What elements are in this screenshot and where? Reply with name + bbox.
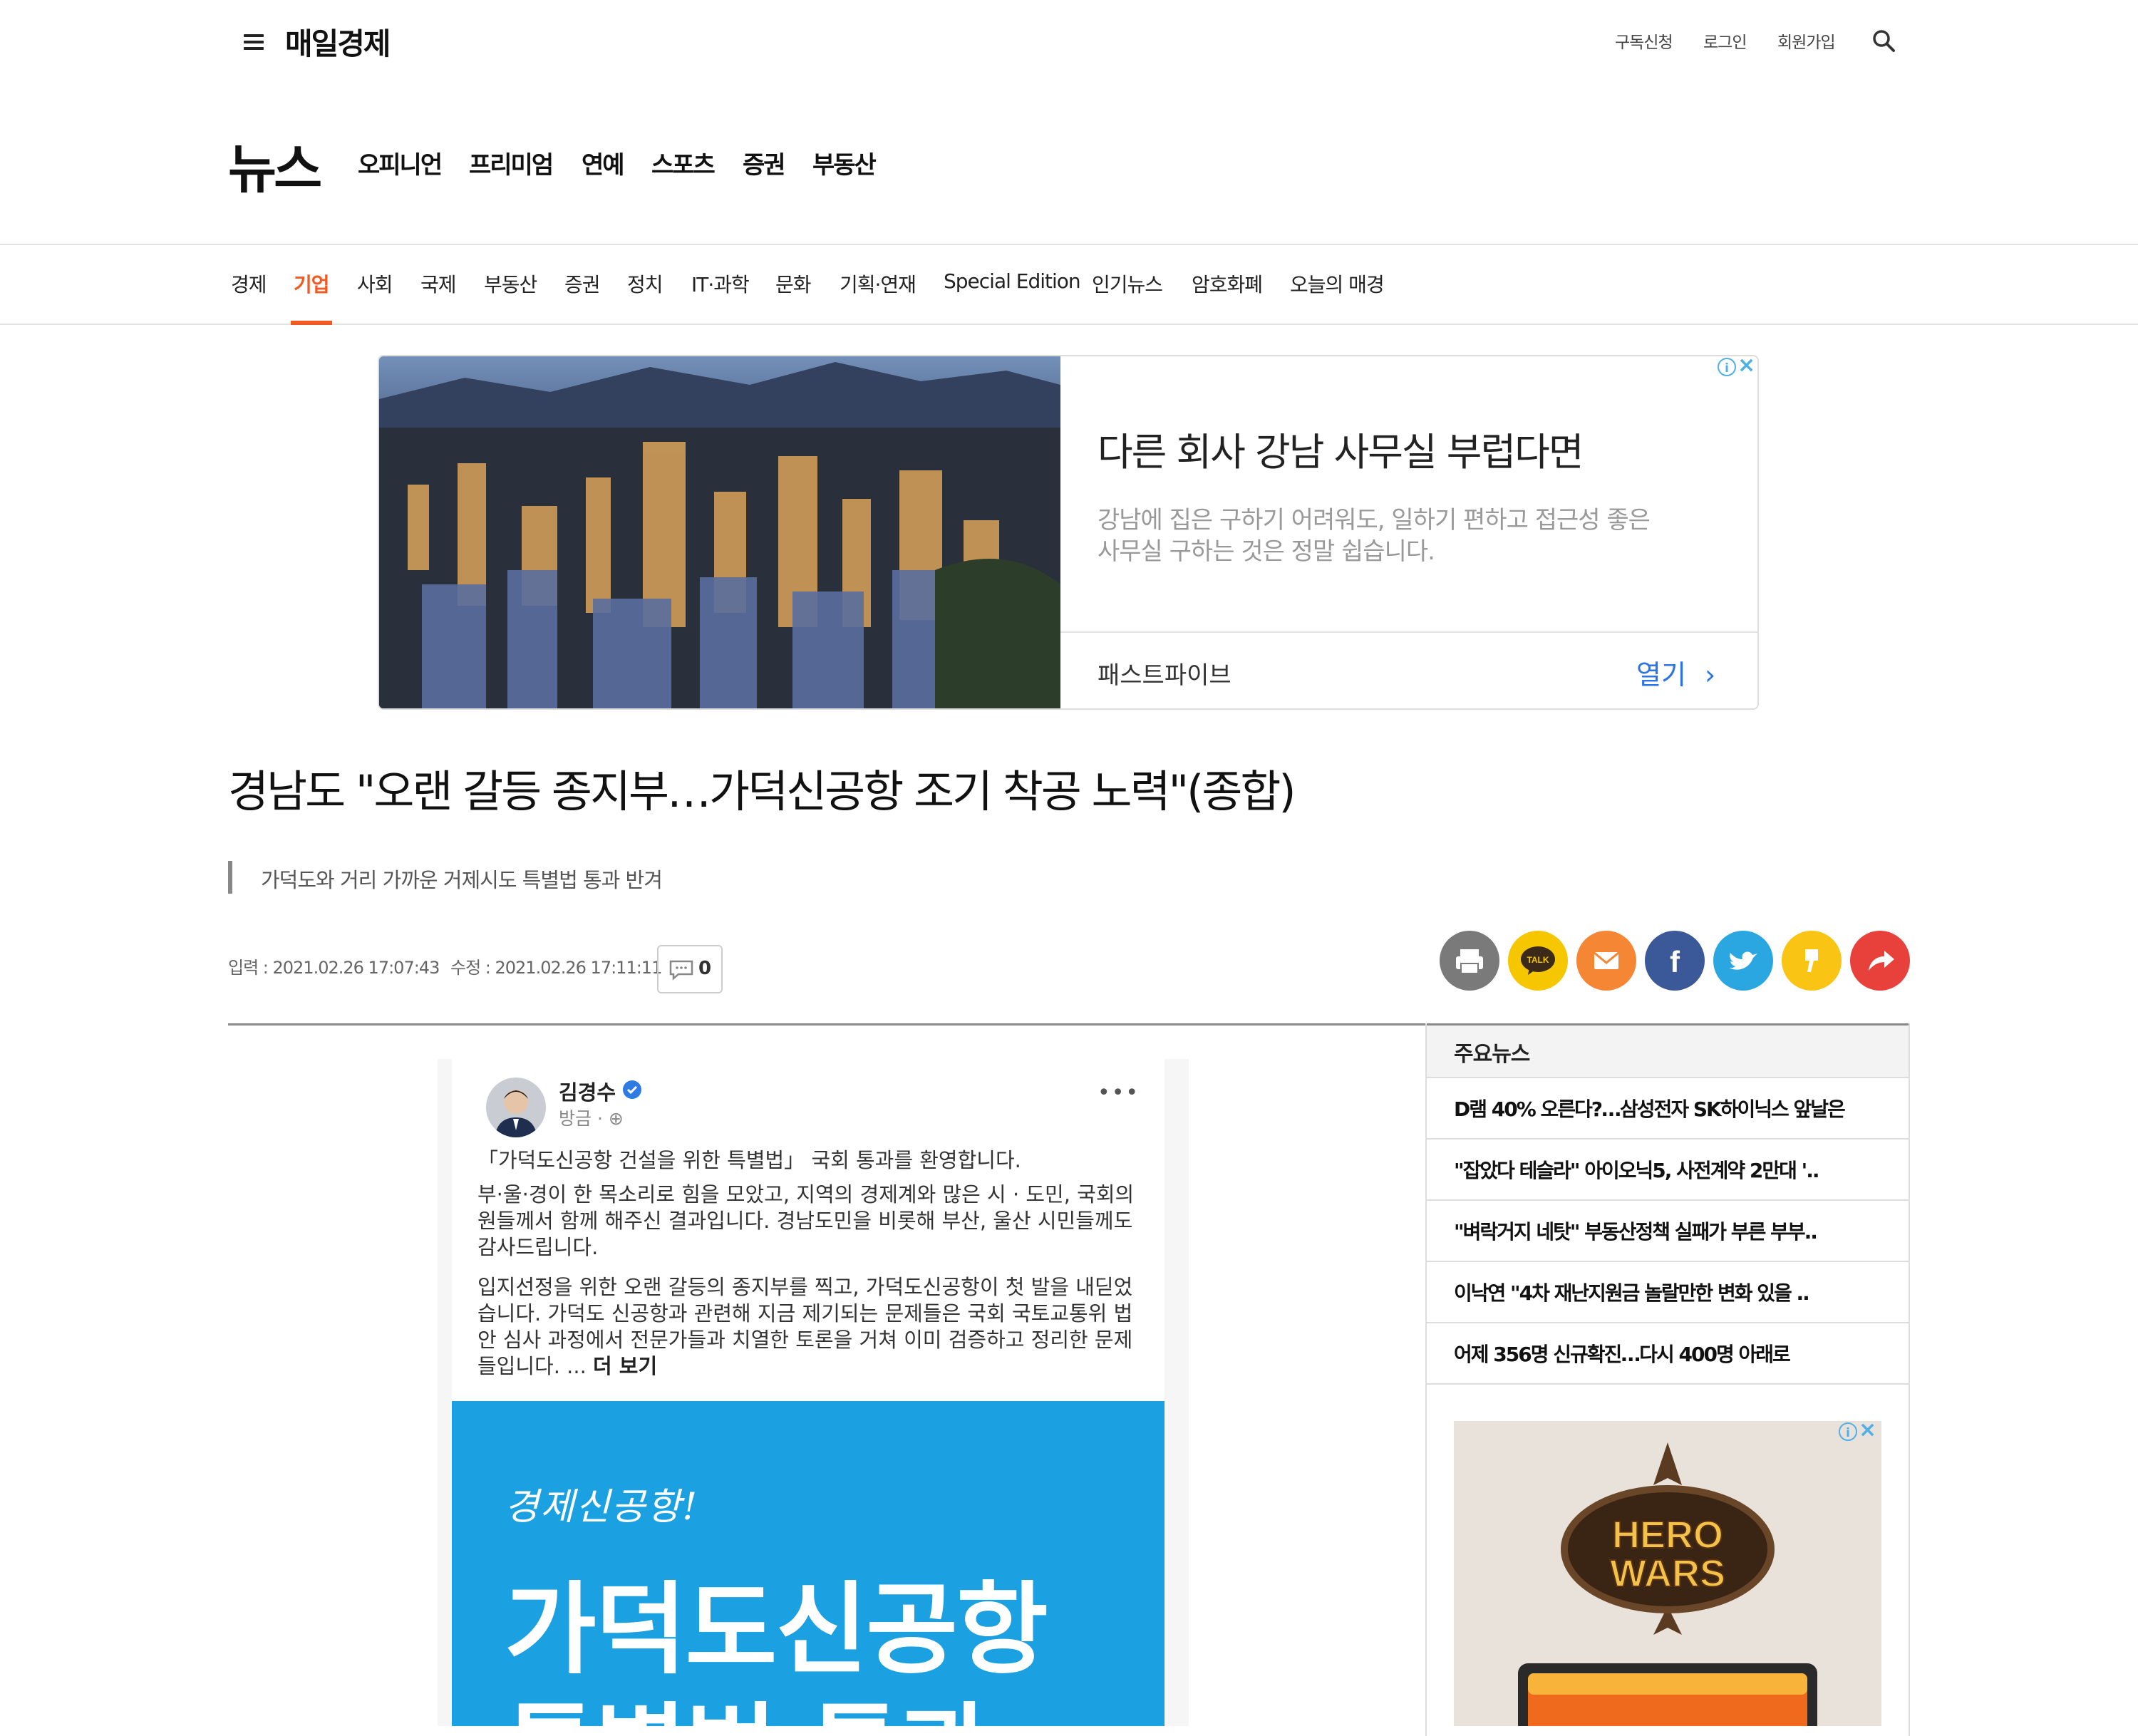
category-business[interactable]: 기업 xyxy=(294,269,330,298)
modified-time: 수정 : 2021.02.26 17:11:11 xyxy=(450,958,662,978)
subscribe-link[interactable]: 구독신청 xyxy=(1615,29,1673,53)
category-realestate[interactable]: 부동산 xyxy=(484,269,537,298)
ad-city-image xyxy=(379,356,1060,708)
svg-text:f: f xyxy=(1670,945,1680,978)
more-options-icon: ••• xyxy=(1098,1080,1140,1105)
comment-icon xyxy=(669,960,693,981)
category-economy[interactable]: 경제 xyxy=(231,269,267,298)
svg-text:HERO: HERO xyxy=(1612,1514,1723,1556)
signup-link[interactable]: 회원가입 xyxy=(1777,29,1836,53)
nav-entertainment[interactable]: 연예 xyxy=(582,145,625,180)
input-time: 입력 : 2021.02.26 17:07:43 xyxy=(228,958,440,978)
sidebar-ad[interactable]: HERO WARS i × xyxy=(1454,1421,1881,1726)
category-it-science[interactable]: IT·과학 xyxy=(691,269,750,298)
nav-sports[interactable]: 스포츠 xyxy=(651,145,716,180)
svg-text:TALK: TALK xyxy=(1527,955,1549,965)
facebook-icon: f xyxy=(1670,945,1680,978)
kakaotalk-share-button[interactable]: TALK xyxy=(1508,931,1568,991)
site-logo[interactable]: 매일경제 xyxy=(285,20,391,63)
article-image: 김경수 방금 · ⊕ ••• 「가덕도신공항 건설을 위한 특별법」 국회 통과… xyxy=(438,1059,1189,1726)
article-headline: 경남도 "오랜 갈등 종지부…가덕신공항 조기 착공 노력"(종합) xyxy=(228,765,1296,817)
category-features[interactable]: 기획·연재 xyxy=(840,269,916,298)
info-icon[interactable]: i xyxy=(1718,358,1736,376)
category-crypto[interactable]: 암호화폐 xyxy=(1192,269,1263,298)
nav-opinion[interactable]: 오피니언 xyxy=(358,145,443,180)
subheadline-bar xyxy=(228,861,232,894)
top-news-item-label: "잡았다 테슬라" 아이오닉5, 사전계약 2만대 '.. xyxy=(1454,1159,1820,1182)
top-news-item[interactable]: "잡았다 테슬라" 아이오닉5, 사전계약 2만대 '.. xyxy=(1425,1140,1910,1201)
kakaotalk-icon: TALK xyxy=(1521,946,1555,975)
post-author: 김경수 xyxy=(559,1080,616,1105)
close-icon[interactable]: × xyxy=(1737,356,1755,376)
hero-wars-ad-image: HERO WARS xyxy=(1454,1421,1881,1726)
banner-title-line-2: 특별법 통과 xyxy=(505,1670,991,1726)
ad-description: 강남에 집은 구하기 어려워도, 일하기 편하고 접근성 좋은 사무실 구하는 … xyxy=(1098,506,1651,566)
print-button[interactable] xyxy=(1440,931,1499,991)
avatar xyxy=(486,1078,546,1137)
post-time: 방금 · ⊕ xyxy=(559,1105,624,1130)
category-society[interactable]: 사회 xyxy=(357,269,393,298)
verified-badge-icon xyxy=(623,1080,641,1099)
print-icon xyxy=(1456,949,1483,974)
top-news-item[interactable]: D램 40% 오른다?…삼성전자 SK하이닉스 앞날은 xyxy=(1425,1078,1910,1140)
category-politics[interactable]: 정치 xyxy=(627,269,663,298)
ad-divider xyxy=(1060,631,1757,633)
banner-script-text: 경제신공항! xyxy=(505,1486,699,1529)
email-icon xyxy=(1594,951,1619,969)
post-paragraph-2: 부·울·경이 한 목소리로 힘을 모았고, 지역의 경제계와 많은 시 · 도민… xyxy=(477,1182,1135,1259)
post-time-label: 방금 · xyxy=(559,1108,603,1129)
category-stocks[interactable]: 증권 xyxy=(564,269,601,298)
menu-icon[interactable] xyxy=(244,34,264,50)
top-news-item[interactable]: 이낙연 "4차 재난지원금 놀랄만한 변화 있을 .. xyxy=(1425,1262,1910,1323)
svg-text:WARS: WARS xyxy=(1610,1552,1725,1595)
top-news-item-label: 이낙연 "4차 재난지원금 놀랄만한 변화 있을 .. xyxy=(1454,1281,1810,1305)
category-culture[interactable]: 문화 xyxy=(775,269,812,298)
share-button[interactable] xyxy=(1850,931,1910,991)
see-more-link: 더 보기 xyxy=(593,1354,658,1378)
category-special-edition[interactable]: Special Edition xyxy=(944,269,1081,293)
nav-premium[interactable]: 프리미엄 xyxy=(469,145,554,180)
category-international[interactable]: 국제 xyxy=(420,269,457,298)
ad-open-button[interactable]: 열기 › xyxy=(1636,653,1715,692)
active-category-indicator xyxy=(291,321,332,325)
ad-headline[interactable]: 다른 회사 강남 사무실 부럽다면 xyxy=(1098,420,1584,477)
ad-open-label: 열기 xyxy=(1636,659,1686,691)
nav-realestate[interactable]: 부동산 xyxy=(812,145,877,180)
globe-icon: ⊕ xyxy=(608,1108,624,1129)
comment-button[interactable]: 0 xyxy=(657,945,723,993)
share-arrow-icon xyxy=(1869,951,1894,971)
post-paragraph-3-text: 입지선정을 위한 오랜 갈등의 종지부를 찍고, 가덕도신공항이 첫 발을 내딛… xyxy=(477,1275,1133,1378)
post-paragraph-1: 「가덕도신공항 건설을 위한 특별법」 국회 통과를 환영합니다. xyxy=(477,1148,1021,1172)
login-link[interactable]: 로그인 xyxy=(1703,29,1747,53)
search-icon[interactable] xyxy=(1871,29,1896,53)
twitter-share-button[interactable] xyxy=(1713,931,1773,991)
kakaostory-icon xyxy=(1805,949,1818,972)
ad-banner[interactable]: 다른 회사 강남 사무실 부럽다면 강남에 집은 구하기 어려워도, 일하기 편… xyxy=(378,355,1759,710)
article-subheadline: 가덕도와 거리 가까운 거제시도 특별법 통과 반겨 xyxy=(261,868,663,892)
info-icon[interactable]: i xyxy=(1839,1422,1857,1441)
sidebar-title: 주요뉴스 xyxy=(1454,1042,1530,1067)
top-news-item-label: 어제 356명 신규확진…다시 400명 아래로 xyxy=(1454,1343,1791,1366)
comment-count: 0 xyxy=(698,958,712,979)
chevron-right-icon: › xyxy=(1705,659,1716,691)
section-title-news[interactable]: 뉴스 xyxy=(228,127,322,203)
top-news-item-label: D램 40% 오른다?…삼성전자 SK하이닉스 앞날은 xyxy=(1454,1097,1846,1121)
post-paragraph-3: 입지선정을 위한 오랜 갈등의 종지부를 찍고, 가덕도신공항이 첫 발을 내딛… xyxy=(477,1274,1147,1380)
top-news-item[interactable]: "벼락거지 네탓" 부동산정책 실패가 부른 부부.. xyxy=(1425,1201,1910,1262)
facebook-share-button[interactable]: f xyxy=(1645,931,1705,991)
email-share-button[interactable] xyxy=(1576,931,1636,991)
category-todays-mk[interactable]: 오늘의 매경 xyxy=(1290,269,1385,298)
top-news-item-label: "벼락거지 네탓" 부동산정책 실패가 부른 부부.. xyxy=(1454,1220,1818,1244)
nav-stocks[interactable]: 증권 xyxy=(743,145,786,180)
close-icon[interactable]: × xyxy=(1859,1421,1876,1441)
kakaostory-share-button[interactable] xyxy=(1782,931,1842,991)
twitter-icon xyxy=(1729,951,1757,970)
top-news-item[interactable]: 어제 356명 신규확진…다시 400명 아래로 xyxy=(1425,1323,1910,1385)
ad-advertiser[interactable]: 패스트파이브 xyxy=(1098,656,1231,691)
category-popular-news[interactable]: 인기뉴스 xyxy=(1092,269,1163,298)
